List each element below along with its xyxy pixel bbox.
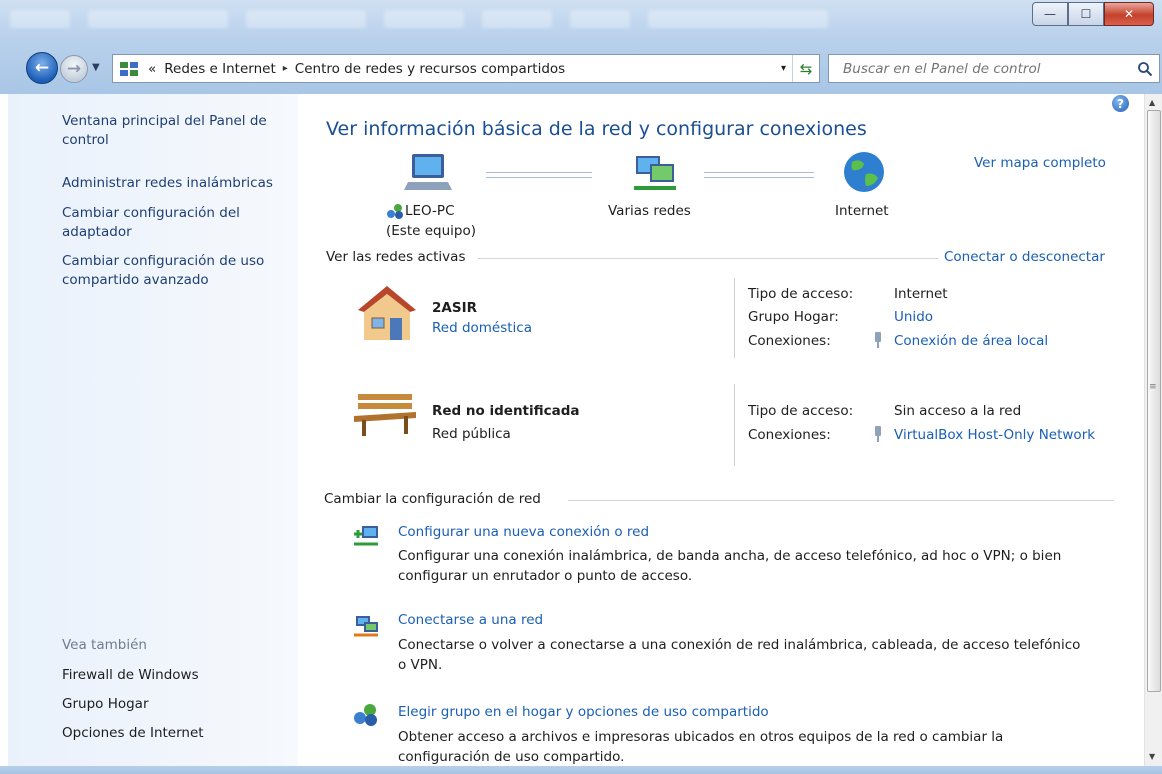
net2-type: Red pública	[432, 426, 511, 442]
link-full-map[interactable]: Ver mapa completo	[974, 155, 1106, 171]
net2-conn-link[interactable]: VirtualBox Host-Only Network	[894, 427, 1095, 443]
home-network-icon	[358, 286, 416, 340]
link-advanced-sharing[interactable]: Cambiar configuración de uso compartido …	[62, 252, 287, 290]
active-networks-heading: Ver las redes activas	[326, 249, 466, 265]
divider-change	[568, 500, 1114, 501]
public-network-bench-icon	[354, 394, 416, 436]
window-bottom-border	[0, 766, 1162, 774]
net1-name: 2ASIR	[432, 300, 477, 316]
close-button[interactable]: ✕	[1104, 2, 1154, 26]
net1-access-value: Internet	[894, 286, 948, 302]
connector-line-2	[704, 172, 814, 178]
link-firewall[interactable]: Firewall de Windows	[62, 666, 287, 685]
link-internet-options[interactable]: Opciones de Internet	[62, 724, 287, 743]
help-icon[interactable]: ?	[1112, 95, 1129, 112]
multiple-networks-icon	[634, 156, 676, 190]
link-connect-disconnect[interactable]: Conectar o desconectar	[944, 249, 1105, 265]
breadcrumb-separator-icon[interactable]: ▸	[280, 63, 291, 74]
net1-group-label: Grupo Hogar:	[748, 309, 839, 325]
address-dropdown-icon[interactable]: ▾	[775, 63, 792, 74]
search-box[interactable]	[828, 54, 1160, 83]
node-internet: Internet	[835, 203, 889, 219]
new-connection-icon	[354, 526, 378, 546]
net1-type-link[interactable]: Red doméstica	[432, 320, 532, 336]
see-also-heading: Vea también	[62, 637, 147, 653]
vertical-scrollbar[interactable]: ▲ ≡ ▼	[1144, 94, 1162, 766]
connect-network-icon	[354, 616, 378, 637]
search-icon[interactable]	[1137, 61, 1153, 77]
net2-access-label: Tipo de acceso:	[748, 403, 854, 419]
recent-pages-chevron-icon[interactable]: ▼	[92, 62, 104, 74]
net2-access-value: Sin acceso a la red	[894, 403, 1022, 419]
forward-button[interactable]: →	[60, 55, 88, 83]
connector-line-1	[486, 172, 592, 178]
task-new-connection-link[interactable]: Configurar una nueva conexión o red	[398, 524, 649, 540]
net1-group-link[interactable]: Unido	[894, 309, 933, 325]
scroll-up-icon[interactable]: ▲	[1149, 98, 1155, 107]
breadcrumb-redes-internet[interactable]: Redes e Internet	[160, 61, 279, 77]
link-manage-wireless[interactable]: Administrar redes inalámbricas	[62, 174, 287, 193]
link-panel-home[interactable]: Ventana principal del Panel de control	[62, 112, 287, 150]
ethernet-connection-icon	[875, 426, 881, 442]
node-this-pc-name: LEO-PC	[405, 203, 455, 219]
homegroup-small-icon	[387, 204, 403, 219]
page-title: Ver información básica de la red y confi…	[326, 118, 867, 140]
taskbar-tabs-blurred	[10, 6, 970, 32]
net2-vertical-divider	[734, 384, 735, 466]
refresh-icon[interactable]: ⇆	[792, 55, 819, 82]
back-button[interactable]: ←	[26, 52, 58, 84]
task-new-connection-desc-1: Configurar una conexión inalámbrica, de …	[398, 548, 1062, 564]
net2-name: Red no identificada	[432, 403, 580, 419]
task-connect-desc-2: o VPN.	[398, 657, 443, 673]
scrollbar-thumb[interactable]	[1147, 110, 1161, 692]
address-row: ← → ▼ « Redes e Internet ▸ Centro de red…	[0, 52, 1162, 86]
node-multiple-networks: Varias redes	[608, 203, 691, 219]
task-homegroup-link[interactable]: Elegir grupo en el hogar y opciones de u…	[398, 704, 769, 720]
window-controls: — ☐ ✕	[1032, 2, 1154, 26]
computer-icon	[404, 154, 452, 190]
scroll-down-icon[interactable]: ▼	[1149, 752, 1155, 761]
task-connect-link[interactable]: Conectarse a una red	[398, 612, 543, 628]
net1-vertical-divider	[734, 278, 735, 358]
forward-arrow-icon: →	[66, 59, 82, 79]
search-input[interactable]	[829, 59, 1135, 78]
net2-conn-label: Conexiones:	[748, 427, 831, 443]
back-arrow-icon: ←	[34, 58, 50, 78]
task-connect-desc-1: Conectarse o volver a conectarse a una c…	[398, 637, 1081, 653]
task-homegroup-desc-2: configuración de uso compartido.	[398, 749, 625, 765]
scrollbar-grip-icon: ≡	[1149, 382, 1157, 392]
net1-conn-link[interactable]: Conexión de área local	[894, 333, 1048, 349]
left-navigation-pane: Ventana principal del Panel de control A…	[8, 94, 299, 766]
maximize-button[interactable]: ☐	[1068, 2, 1104, 26]
address-bar[interactable]: « Redes e Internet ▸ Centro de redes y r…	[112, 54, 820, 83]
window-frame: — ☐ ✕ ← → ▼ « Redes e Internet ▸ Centro …	[0, 0, 1162, 94]
internet-globe-icon	[844, 152, 884, 192]
task-new-connection-desc-2: configurar un enrutador o punto de acces…	[398, 568, 693, 584]
minimize-button[interactable]: —	[1032, 2, 1068, 26]
task-homegroup-desc-1: Obtener acceso a archivos e impresoras u…	[398, 729, 1004, 745]
homegroup-icon	[354, 704, 377, 726]
net1-access-label: Tipo de acceso:	[748, 286, 854, 302]
control-panel-icon	[120, 61, 138, 76]
main-content: Ver información básica de la red y confi…	[298, 94, 1144, 766]
breadcrumb-centro-redes[interactable]: Centro de redes y recursos compartidos	[291, 61, 569, 77]
change-settings-heading: Cambiar la configuración de red	[324, 491, 541, 507]
link-homegroup[interactable]: Grupo Hogar	[62, 695, 287, 714]
breadcrumb-overflow[interactable]: «	[144, 61, 160, 77]
link-change-adapter[interactable]: Cambiar configuración del adaptador	[62, 204, 287, 242]
ethernet-connection-icon	[875, 332, 881, 348]
divider-active	[478, 258, 938, 259]
node-this-pc-sub: (Este equipo)	[386, 223, 476, 239]
net1-conn-label: Conexiones:	[748, 333, 831, 349]
